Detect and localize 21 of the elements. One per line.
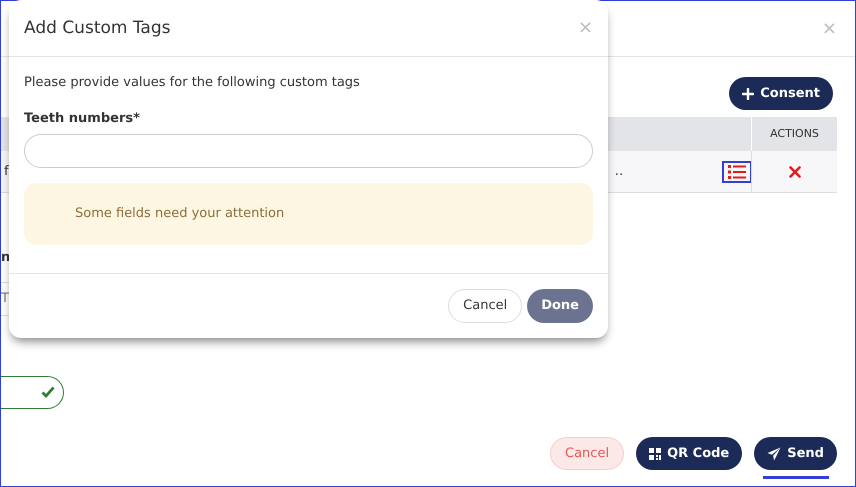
input-field[interactable]: T — [1, 282, 9, 314]
close-icon — [788, 166, 800, 178]
list-button[interactable] — [724, 162, 750, 180]
action-button[interactable]: Send — [754, 437, 837, 470]
cancel-button[interactable]: Cancel — [448, 289, 522, 323]
list-icon — [728, 164, 746, 178]
paper-plane-icon — [767, 446, 782, 460]
table-cell-text: f — [4, 162, 9, 181]
field-label: Teeth numbers* — [24, 110, 141, 128]
consent-button[interactable]: Consent — [729, 77, 833, 110]
check-icon — [41, 386, 55, 398]
dialog-title: Add Custom Tags — [24, 18, 170, 38]
alert-message: Some fields need your attention — [24, 183, 593, 245]
cancel-button[interactable]: Cancel — [550, 437, 624, 470]
instruction-text: Please provide values for the following custom tags — [24, 74, 361, 92]
plus-icon — [742, 88, 754, 100]
action-button[interactable]: QR Code — [636, 437, 742, 470]
table-cell-text: ‥ — [614, 162, 624, 181]
input-field[interactable] — [24, 134, 593, 168]
section-label: n — [1, 249, 12, 267]
qr-code-icon — [649, 448, 662, 460]
